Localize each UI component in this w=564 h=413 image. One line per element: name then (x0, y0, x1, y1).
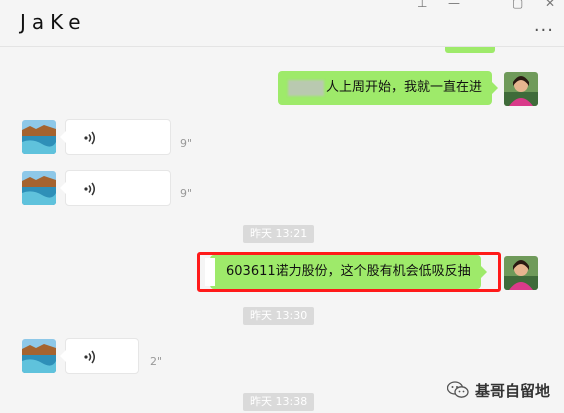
voice-message[interactable] (60, 170, 171, 206)
chat-title: JaKe (20, 10, 87, 34)
voice-wave-icon (84, 350, 95, 364)
my-avatar[interactable] (504, 72, 538, 106)
voice-duration: 9" (180, 137, 193, 150)
message-bubble-outgoing[interactable]: 人上周开始，我就一直在进 (278, 71, 499, 105)
minimize-icon[interactable]: — (448, 0, 460, 10)
maximize-icon[interactable]: ▢ (512, 0, 523, 10)
contact-avatar[interactable] (22, 339, 56, 373)
previous-message-bubble[interactable] (445, 47, 495, 53)
pin-icon[interactable]: ⊥ (417, 0, 427, 10)
message-text: 人上周开始，我就一直在进 (326, 80, 483, 95)
voice-message[interactable] (60, 338, 139, 374)
more-options-button[interactable]: ··· (534, 20, 554, 41)
voice-wave-icon (84, 131, 95, 145)
timestamp: 昨天 13:38 (243, 393, 315, 411)
red-highlight-box (197, 252, 501, 292)
voice-duration: 2" (150, 355, 163, 368)
voice-duration: 9" (180, 187, 193, 200)
watermark-text: 基哥自留地 (475, 381, 551, 400)
timestamp: 昨天 13:21 (243, 225, 315, 243)
chat-header: JaKe ⊥ — ▢ ✕ ··· (0, 0, 564, 46)
voice-wave-icon (84, 182, 95, 196)
contact-avatar[interactable] (22, 120, 56, 154)
wechat-icon (447, 381, 469, 398)
watermark: 基哥自留地 (447, 378, 550, 402)
my-avatar[interactable] (504, 256, 538, 290)
close-icon[interactable]: ✕ (545, 0, 555, 10)
voice-message[interactable] (60, 119, 171, 155)
redacted-text (288, 79, 324, 96)
contact-avatar[interactable] (22, 171, 56, 205)
timestamp: 昨天 13:30 (243, 307, 315, 325)
